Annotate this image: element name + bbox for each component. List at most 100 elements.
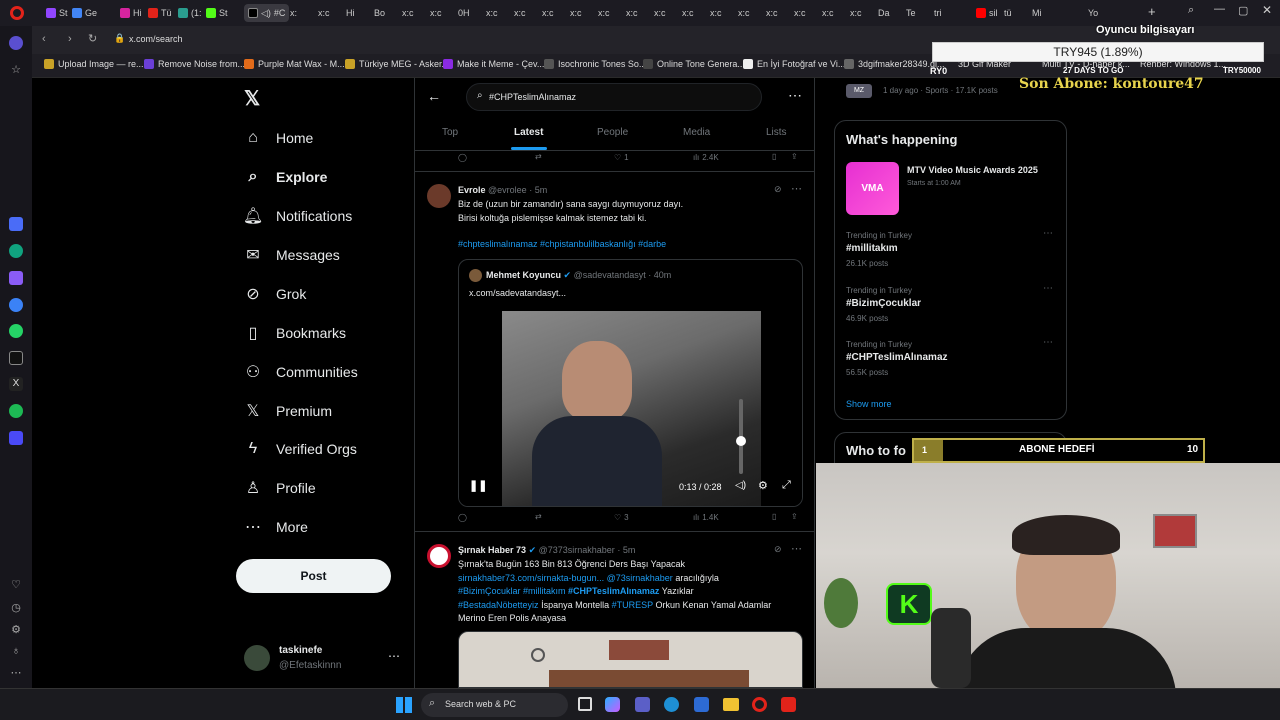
browser-tab[interactable]: tü [1004, 4, 1012, 22]
nav-messages[interactable]: ✉ Messages [244, 243, 340, 267]
bookmark-item[interactable]: Online Tone Genera... [643, 59, 745, 69]
like-button[interactable]: ♡ 1 [614, 153, 629, 162]
opera-icon[interactable] [752, 697, 767, 712]
browser-tab[interactable]: x:c [626, 4, 638, 22]
author-name[interactable]: Evrole [458, 185, 486, 195]
browser-tab-active[interactable]: ◁) #C [244, 4, 290, 22]
views-button[interactable]: ılı 2.4K [693, 153, 719, 162]
chatgpt-icon[interactable] [9, 244, 23, 258]
tweet-hashtag-highlight[interactable]: #CHPTeslimAlınamaz [568, 586, 659, 596]
grok-icon[interactable]: ⊘ [774, 544, 782, 555]
browser-tab[interactable]: Tü [148, 4, 172, 22]
share-icon[interactable]: ⇪ [791, 152, 798, 161]
tab-top[interactable]: Top [442, 127, 458, 138]
event-item[interactable]: VMA MTV Video Music Awards 2025 Starts a… [846, 162, 1061, 215]
tab-people[interactable]: People [597, 127, 628, 138]
browser-tab[interactable]: Hi [346, 4, 355, 22]
grok-icon[interactable]: ⊘ [774, 184, 782, 195]
browser-tab[interactable]: x:c [738, 4, 750, 22]
nav-home[interactable]: ⌂ Home [244, 126, 313, 150]
nav-grok[interactable]: ⊘ Grok [244, 282, 306, 306]
nav-verified-orgs[interactable]: ϟ Verified Orgs [244, 437, 357, 461]
whatsapp-icon[interactable] [9, 324, 23, 338]
video-player[interactable]: ❚❚ 0:13 / 0:28 ◁) ⚙ ⤢ [459, 309, 802, 506]
reply-icon[interactable]: ◯ [458, 513, 467, 522]
pause-icon[interactable]: ❚❚ [469, 479, 487, 492]
post-button[interactable]: Post [236, 559, 391, 593]
tweet-image[interactable] [458, 631, 803, 688]
browser-tab[interactable]: x:c [318, 4, 330, 22]
views-button[interactable]: ılı 1.4K [693, 513, 719, 522]
taskbar-search[interactable]: ⌕ Search web & PC [421, 693, 568, 717]
settings-icon[interactable]: ⚙ [758, 479, 768, 492]
retweet-icon[interactable]: ⇄ [535, 512, 542, 521]
more-icon[interactable]: ⋯ [9, 666, 23, 680]
windows-start-icon[interactable] [396, 697, 412, 713]
trend-item[interactable]: Trending in Turkey #millitakım 26.1K pos… [846, 228, 1061, 271]
search-tabs-icon[interactable]: ⌕ [1188, 4, 1194, 17]
x-logo-icon[interactable]: 𝕏 [244, 86, 260, 111]
more-options-icon[interactable]: ⋯ [788, 87, 802, 104]
like-button[interactable]: ♡ 3 [614, 513, 629, 522]
store-icon[interactable] [694, 697, 709, 712]
bookmark-item[interactable]: Remove Noise from... [144, 59, 245, 69]
file-explorer-icon[interactable] [723, 698, 739, 711]
tiktok-icon[interactable] [9, 351, 23, 365]
browser-tab[interactable]: x:c [850, 4, 862, 22]
browser-tab[interactable]: x: [290, 4, 297, 22]
tweet-hashtag[interactable]: #TURESP [612, 600, 653, 610]
star-icon[interactable]: ☆ [9, 63, 23, 77]
tweet-hashtag[interactable]: #BestadaNöbetteyiz [458, 600, 539, 610]
more-dots-icon[interactable]: ⋯ [1043, 228, 1053, 239]
account-switcher[interactable]: taskinefe @Efetaskinnn ⋯ [244, 643, 404, 675]
messenger-icon[interactable] [9, 298, 23, 312]
browser-tab[interactable]: x:c [486, 4, 498, 22]
copilot-icon[interactable] [605, 697, 620, 712]
avatar[interactable] [427, 184, 451, 208]
browser-tab[interactable]: x:c [682, 4, 694, 22]
browser-tab[interactable]: x:c [598, 4, 610, 22]
player-icon[interactable] [9, 431, 23, 445]
browser-tab[interactable]: x:c [402, 4, 414, 22]
settings-icon[interactable]: ⚙ [9, 623, 23, 637]
tab-lists[interactable]: Lists [766, 127, 787, 138]
author-name[interactable]: Şırnak Haber 73 [458, 545, 526, 555]
browser-tab[interactable]: Yo [1088, 4, 1098, 22]
tab-latest[interactable]: Latest [514, 127, 543, 138]
browser-tab[interactable]: x:c [710, 4, 722, 22]
browser-tab[interactable]: Hi [120, 4, 142, 22]
x-logo-icon[interactable]: X [9, 377, 23, 391]
browser-tab[interactable]: x:c [766, 4, 778, 22]
tweet-link[interactable]: sirnakhaber73.com/sirnakta-bugun... [458, 573, 604, 583]
bookmark-item[interactable]: Isochronic Tones So... [544, 59, 646, 69]
more-dots-icon[interactable]: ⋯ [791, 542, 802, 555]
bookmark-item[interactable]: En İyi Fotoğraf ve Vi... [743, 59, 845, 69]
bookmark-icon[interactable]: ▯ [772, 512, 776, 521]
task-view-icon[interactable] [578, 697, 592, 711]
forward-arrow-icon[interactable]: › [68, 33, 72, 45]
browser-tab[interactable]: Ge [72, 4, 97, 22]
back-arrow-icon[interactable]: ← [427, 88, 441, 104]
bookmark-item[interactable]: Türkiye MEG - Asker... [345, 59, 449, 69]
new-tab-button[interactable]: + [1148, 4, 1156, 19]
url-field[interactable]: x.com/search [129, 34, 183, 44]
bookmark-item[interactable]: Upload Image — re... [44, 59, 144, 69]
tweet-mention[interactable]: @73sirnakhaber [607, 573, 673, 583]
spotify-icon[interactable] [9, 404, 23, 418]
more-dots-icon[interactable]: ⋯ [1043, 283, 1053, 294]
nav-bookmarks[interactable]: ▯ Bookmarks [244, 321, 346, 345]
browser-tab[interactable]: Te [906, 4, 916, 22]
browser-tab[interactable]: (1: [178, 4, 202, 22]
browser-tab[interactable]: Bo [374, 4, 385, 22]
back-arrow-icon[interactable]: ‹ [42, 33, 46, 45]
browser-tab[interactable]: Mi [1032, 4, 1042, 22]
reply-icon[interactable]: ◯ [458, 153, 467, 162]
browser-tab[interactable]: sil [976, 4, 998, 22]
browser-tab[interactable]: x:c [794, 4, 806, 22]
history-icon[interactable]: ◷ [9, 601, 23, 615]
browser-tab[interactable]: x:c [654, 4, 666, 22]
heart-icon[interactable]: ♡ [9, 578, 23, 592]
browser-tab[interactable]: St [206, 4, 228, 22]
opera-logo-icon[interactable] [10, 6, 24, 20]
minimize-button[interactable]: — [1214, 3, 1225, 15]
